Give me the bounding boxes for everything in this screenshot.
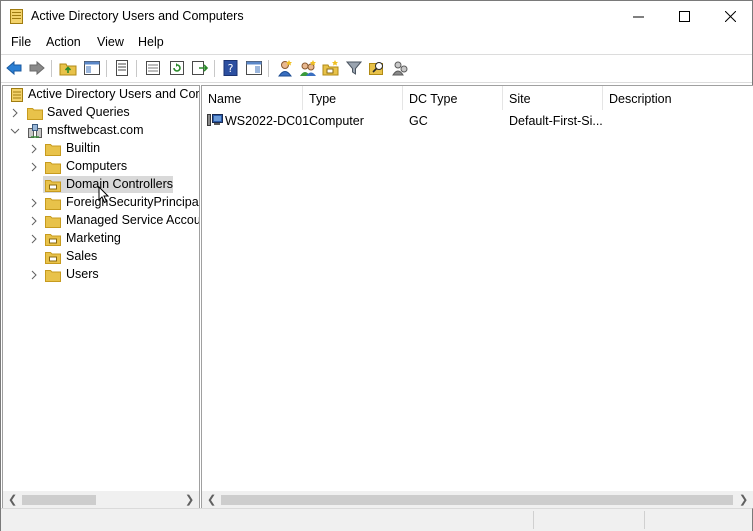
help-icon[interactable]: ? [222, 59, 240, 77]
up-folder-icon[interactable] [59, 59, 77, 77]
menu-help[interactable]: Help [138, 35, 164, 49]
chevron-down-icon[interactable] [10, 126, 20, 136]
tree-item-label: Computers [66, 159, 128, 173]
menu-action[interactable]: Action [46, 35, 81, 49]
maximize-button[interactable] [661, 1, 707, 32]
tree-item-label: msftwebcast.com [47, 123, 144, 137]
tree-item-label: Sales [66, 249, 98, 263]
cell-dc-type: GC [409, 114, 428, 128]
tree-item-label: Saved Queries [47, 105, 130, 119]
show-console-tree-icon[interactable] [83, 59, 101, 77]
status-separator [644, 511, 645, 529]
refresh-icon[interactable] [168, 59, 186, 77]
folder-icon [27, 108, 43, 120]
folder-icon [45, 198, 61, 210]
tree-item-label: Managed Service Accour [66, 213, 200, 227]
forward-arrow-icon[interactable] [28, 59, 46, 77]
toolbar: ? [1, 54, 752, 83]
menu-bar: File Action View Help [1, 32, 752, 54]
status-separator [533, 511, 534, 529]
tree-item-label: Marketing [66, 231, 121, 245]
scroll-left-icon[interactable]: ❮ [8, 493, 17, 506]
left-horizontal-scrollbar[interactable]: ❮ ❯ [3, 491, 199, 508]
add-to-group-icon[interactable] [391, 59, 409, 77]
export-icon[interactable] [191, 59, 209, 77]
new-group-icon[interactable] [299, 59, 317, 77]
minimize-button[interactable] [615, 1, 661, 32]
result-pane[interactable]: Name Type DC Type Site Description WS202… [201, 85, 753, 509]
domain-icon [28, 124, 42, 138]
scrollbar-thumb[interactable] [22, 495, 96, 505]
toolbar-separator [214, 60, 215, 77]
folder-icon [45, 162, 61, 174]
console-tree-pane[interactable]: Active Directory Users and Com Saved Que… [2, 85, 200, 509]
close-icon [724, 11, 736, 22]
scrollbar-thumb[interactable] [221, 495, 733, 505]
tree-item-label: Builtin [66, 141, 101, 155]
folder-icon [45, 216, 61, 228]
computer-icon [207, 114, 223, 126]
show-action-pane-icon[interactable] [245, 59, 263, 77]
scroll-right-icon[interactable]: ❯ [185, 493, 194, 506]
toolbar-separator [268, 60, 269, 77]
chevron-right-icon[interactable] [29, 270, 39, 280]
status-bar [1, 508, 752, 531]
cell-type: Computer [309, 114, 364, 128]
tree-item-label: Users [66, 267, 99, 281]
ou-folder-icon [45, 180, 61, 192]
window-title: Active Directory Users and Computers [31, 9, 244, 23]
svg-text:?: ? [228, 62, 234, 75]
close-button[interactable] [707, 1, 753, 32]
chevron-right-icon[interactable] [29, 162, 39, 172]
maximize-icon [678, 11, 690, 22]
snapin-root-icon [11, 88, 23, 102]
app-window: Active Directory Users and Computers Fil… [0, 0, 753, 531]
menu-file[interactable]: File [11, 35, 31, 49]
chevron-right-icon[interactable] [29, 144, 39, 154]
title-bar[interactable]: Active Directory Users and Computers [1, 1, 752, 32]
tree-item-label: Domain Controllers [66, 177, 173, 191]
minimize-icon [632, 16, 644, 18]
new-ou-icon[interactable] [322, 59, 340, 77]
folder-icon [45, 144, 61, 156]
export-list-icon[interactable] [144, 59, 162, 77]
back-arrow-icon[interactable] [5, 59, 23, 77]
cell-site: Default-First-Si... [509, 114, 603, 128]
folder-icon [45, 270, 61, 282]
chevron-right-icon[interactable] [29, 234, 39, 244]
find-icon[interactable] [368, 59, 386, 77]
right-horizontal-scrollbar[interactable]: ❮ ❯ [202, 491, 753, 508]
app-icon [10, 9, 23, 24]
cell-name: WS2022-DC01 [225, 114, 310, 128]
ou-folder-icon [45, 234, 61, 246]
tree-item-label: ForeignSecurityPrincipals [66, 195, 200, 209]
scroll-left-icon[interactable]: ❮ [207, 493, 216, 506]
chevron-right-icon[interactable] [10, 108, 20, 118]
tree-item-label: Active Directory Users and Com [28, 87, 200, 101]
mouse-pointer-icon [98, 186, 110, 204]
chevron-right-icon[interactable] [29, 216, 39, 226]
menu-view[interactable]: View [97, 35, 124, 49]
chevron-right-icon[interactable] [29, 198, 39, 208]
new-user-icon[interactable] [276, 59, 294, 77]
scroll-right-icon[interactable]: ❯ [739, 493, 748, 506]
toolbar-separator [106, 60, 107, 77]
toolbar-separator [51, 60, 52, 77]
ou-folder-icon [45, 252, 61, 264]
table-row[interactable]: WS2022-DC01 Computer GC Default-First-Si… [202, 86, 752, 134]
filter-icon[interactable] [345, 59, 363, 77]
toolbar-separator [136, 60, 137, 77]
properties-icon[interactable] [113, 59, 131, 77]
